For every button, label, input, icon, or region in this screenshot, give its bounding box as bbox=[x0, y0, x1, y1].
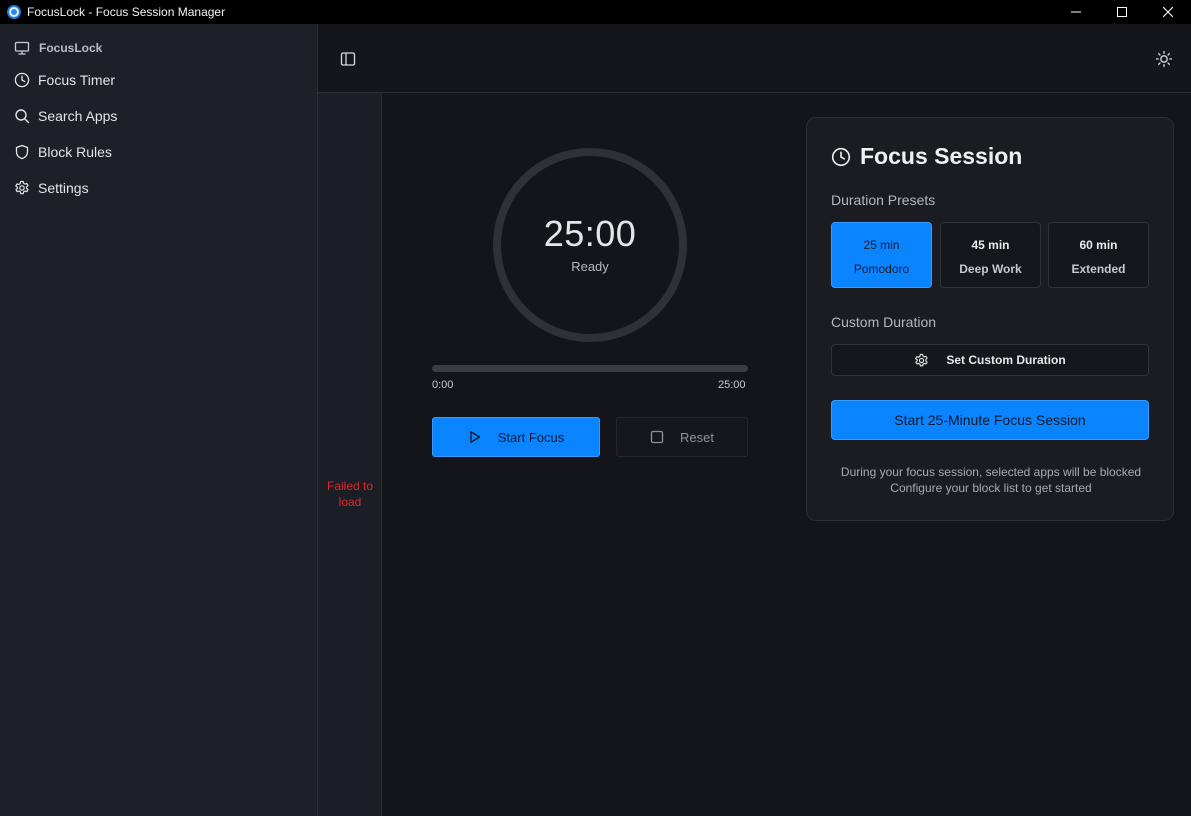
card-title: Focus Session bbox=[831, 143, 1022, 170]
toggle-sidebar-button[interactable] bbox=[339, 50, 357, 68]
gear-icon bbox=[915, 353, 929, 366]
close-icon bbox=[1163, 7, 1173, 17]
window-title: FocusLock - Focus Session Manager bbox=[27, 5, 226, 19]
timer-progress-bar bbox=[432, 365, 748, 372]
preset-25-min[interactable]: 25 min Pomodoro bbox=[831, 222, 932, 288]
sidebar-item-label: Block Rules bbox=[38, 144, 112, 160]
clock-icon bbox=[14, 72, 30, 88]
minimize-icon bbox=[1071, 11, 1081, 13]
reset-button[interactable]: Reset bbox=[616, 417, 748, 457]
title-bar: FocusLock - Focus Session Manager bbox=[0, 0, 1191, 24]
timer-value: 25:00 bbox=[543, 213, 637, 254]
maximize-button[interactable] bbox=[1099, 0, 1145, 24]
sidebar-item-label: Settings bbox=[38, 180, 89, 196]
preset-name: Deep Work bbox=[959, 262, 1022, 276]
monitor-icon bbox=[14, 41, 30, 55]
sidebar-item-focus-timer[interactable]: Focus Timer bbox=[14, 68, 115, 92]
start-session-label: Start 25-Minute Focus Session bbox=[894, 412, 1086, 428]
sun-icon bbox=[1155, 50, 1173, 68]
app-logo-icon bbox=[7, 5, 21, 19]
timer-status: Ready bbox=[571, 259, 609, 274]
minimize-button[interactable] bbox=[1053, 0, 1099, 24]
sidebar-item-label: Focus Timer bbox=[38, 72, 116, 88]
card-title-text: Focus Session bbox=[860, 143, 1023, 169]
sidebar-panel-icon bbox=[340, 52, 356, 66]
window-controls bbox=[1053, 0, 1191, 24]
preset-time: 45 min bbox=[971, 238, 1010, 252]
theme-toggle-button[interactable] bbox=[1155, 50, 1173, 68]
search-icon bbox=[15, 109, 30, 124]
start-focus-label: Start Focus bbox=[497, 429, 565, 445]
presets-label: Duration Presets bbox=[831, 192, 936, 208]
elapsed-time: 0:00 bbox=[432, 379, 454, 391]
sidebar: FocusLock Focus Timer Search Apps Block … bbox=[0, 24, 318, 816]
set-custom-duration-label: Set Custom Duration bbox=[946, 353, 1066, 367]
preset-name: Pomodoro bbox=[853, 262, 910, 276]
sidebar-brand: FocusLock bbox=[14, 40, 102, 56]
clock-icon bbox=[831, 147, 851, 166]
total-time: 25:00 bbox=[718, 379, 746, 391]
preset-name: Extended bbox=[1071, 262, 1126, 276]
custom-duration-label: Custom Duration bbox=[831, 314, 937, 330]
sidebar-item-block-rules[interactable]: Block Rules bbox=[14, 140, 112, 164]
sidebar-item-settings[interactable]: Settings bbox=[14, 176, 89, 200]
load-error-text: Failed to load bbox=[326, 479, 374, 509]
start-session-button[interactable]: Start 25-Minute Focus Session bbox=[831, 400, 1149, 440]
reset-label: Reset bbox=[680, 429, 714, 445]
focus-session-card: Focus Session Duration Presets 25 min Po… bbox=[806, 117, 1174, 521]
brand-label: FocusLock bbox=[39, 41, 103, 55]
play-icon bbox=[470, 431, 480, 443]
preset-time: 60 min bbox=[1079, 238, 1118, 252]
gear-icon bbox=[15, 180, 29, 195]
start-focus-button[interactable]: Start Focus bbox=[432, 417, 600, 457]
header bbox=[318, 24, 1191, 93]
session-note-line-2: Configure your block list to get started bbox=[890, 481, 1092, 495]
sidebar-item-label: Search Apps bbox=[38, 108, 118, 124]
shield-icon bbox=[15, 144, 29, 160]
set-custom-duration-button[interactable]: Set Custom Duration bbox=[831, 344, 1149, 376]
preset-time: 25 min bbox=[863, 238, 900, 252]
maximize-icon bbox=[1117, 7, 1127, 17]
main-content: 25:00 Ready 0:00 25:00 Start Focus Reset… bbox=[382, 93, 1191, 816]
preset-60-min[interactable]: 60 min Extended bbox=[1048, 222, 1149, 288]
preset-45-min[interactable]: 45 min Deep Work bbox=[940, 222, 1041, 288]
session-note-line-1: During your focus session, selected apps… bbox=[840, 465, 1142, 479]
secondary-pane: Failed to load bbox=[318, 93, 382, 816]
close-button[interactable] bbox=[1145, 0, 1191, 24]
stop-icon bbox=[650, 430, 664, 444]
sidebar-item-search-apps[interactable]: Search Apps bbox=[14, 104, 117, 128]
